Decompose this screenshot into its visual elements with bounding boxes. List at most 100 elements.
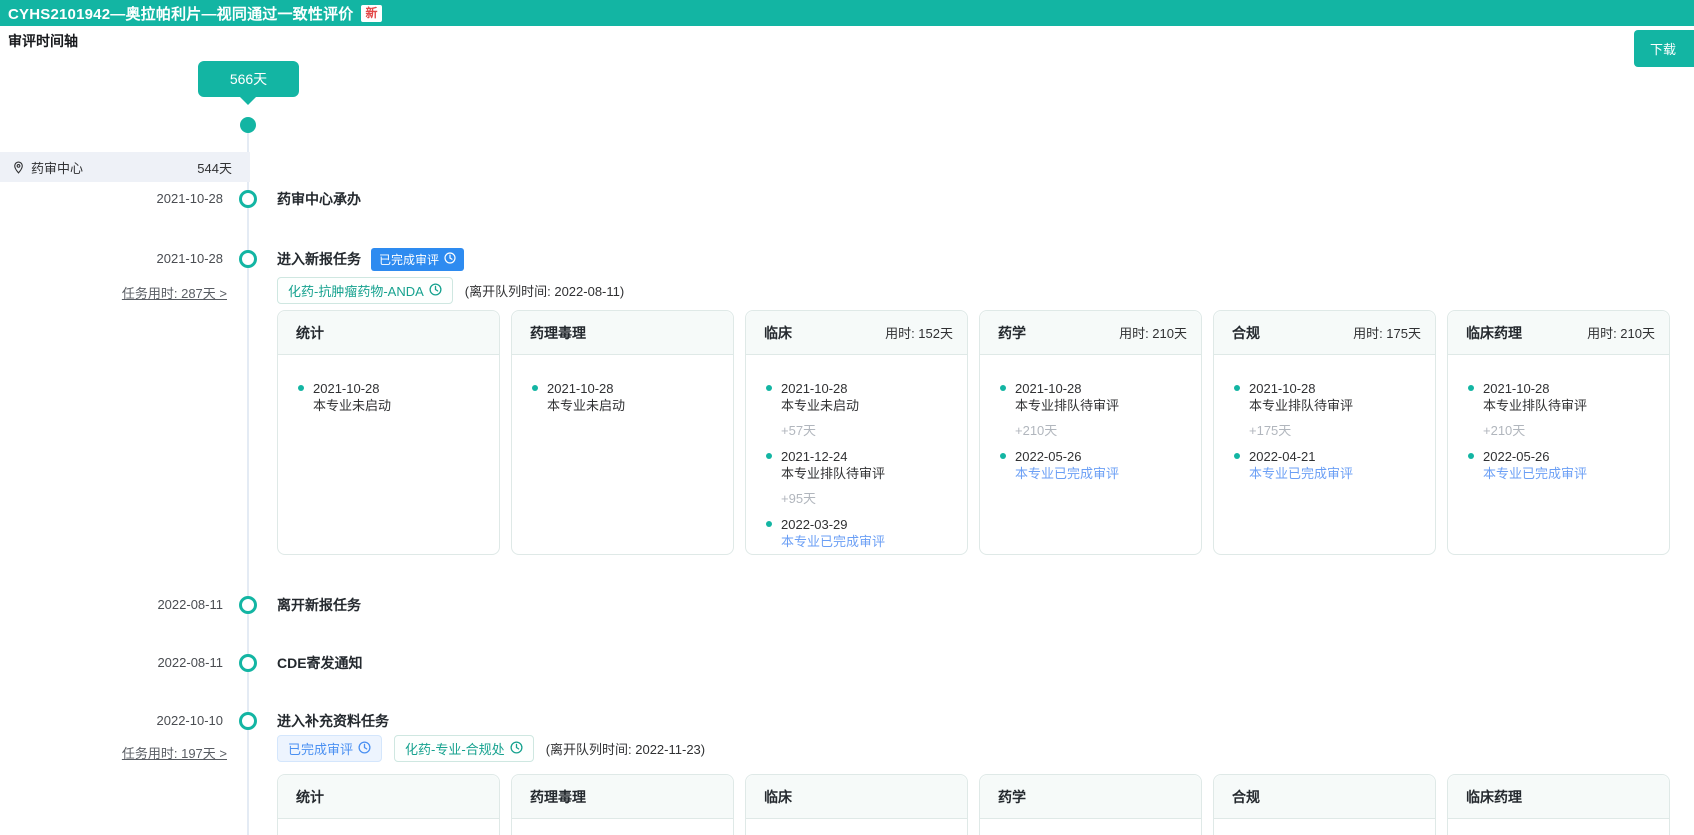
entry-date: 2021-10-28 <box>1483 381 1550 396</box>
entry-date: 2022-04-21 <box>1249 449 1316 464</box>
event-tags-row: 化药-抗肿瘤药物-ANDA (离开队列时间: 2022-08-11) <box>277 277 624 304</box>
badge-label: 已完成审评 <box>379 252 440 267</box>
card-duration: 用时: 210天 <box>1587 326 1655 341</box>
event-date: 2022-08-11 <box>157 597 223 612</box>
queue-leave-time: (离开队列时间: 2022-11-23) <box>545 742 706 757</box>
card-duration: 用时: 175天 <box>1353 326 1421 341</box>
entry-dot-icon <box>532 385 538 391</box>
review-center-row: 药审中心 544天 <box>0 152 250 182</box>
app-window: CYHS2101942—奥拉帕利片—视同通过一致性评价 新 审评时间轴 下载 5… <box>0 0 1694 835</box>
location-pin-icon <box>12 161 25 174</box>
entry-date: 2021-10-28 <box>781 381 848 396</box>
card-title: 合规 <box>1232 324 1260 341</box>
specialty-card-pharmacy: 药学 用时: 210天 2021-10-28 本专业排队待审评 +210天 20… <box>979 310 1202 555</box>
entry-dot-icon <box>1468 385 1474 391</box>
event-date: 2022-10-10 <box>156 713 224 728</box>
entry-gap-days: +95天 <box>781 491 817 506</box>
card-body: 2021-10-28 本专业未启动 <box>512 355 733 434</box>
entry-dot-icon <box>1000 385 1006 391</box>
entry-dot-icon <box>1234 385 1240 391</box>
total-days-tooltip: 566天 <box>198 61 299 105</box>
card-body: 2021-10-28 本专业排队待审评 +175天 2022-04-21 本专业… <box>1214 355 1435 502</box>
card-body: 2021-10-28 本专业排队待审评 +210天 2022-05-26 本专业… <box>980 355 1201 502</box>
card-title: 合规 <box>1232 788 1260 805</box>
card-entry: 2022-04-21 本专业已完成审评 <box>1234 448 1425 482</box>
event-title: CDE寄发通知 <box>277 652 363 674</box>
entry-status: 本专业排队待审评 <box>1483 398 1588 413</box>
card-duration: 用时: 210天 <box>1119 326 1187 341</box>
entry-status: 本专业未启动 <box>781 398 860 413</box>
entry-status: 本专业排队待审评 <box>1015 398 1120 413</box>
card-header: 药理毒理 <box>512 775 733 819</box>
entry-status: 本专业已完成审评 <box>1249 466 1354 481</box>
tooltip-arrow <box>240 97 256 105</box>
entry-dot-icon <box>1234 453 1240 459</box>
event-title: 药审中心承办 <box>277 188 361 210</box>
card-header: 药学 用时: 210天 <box>980 311 1201 355</box>
specialty-card-statistics: 统计 <box>277 774 500 835</box>
download-button[interactable]: 下载 <box>1633 30 1694 67</box>
tag-label: 化药-抗肿瘤药物-ANDA <box>288 284 424 299</box>
event-tags-row: 已完成审评 化药-专业-合规处 (离开队列时间: 2022-11-23) <box>277 735 705 762</box>
specialty-card-compliance: 合规 <box>1213 774 1436 835</box>
card-entry: 2021-10-28 本专业未启动 <box>532 380 723 414</box>
specialty-card-statistics: 统计 2021-10-28 本专业未启动 <box>277 310 500 555</box>
specialty-card-clinical: 临床 用时: 152天 2021-10-28 本专业未启动 +57天 2021-… <box>745 310 968 555</box>
card-entry: 2022-03-29 本专业已完成审评 <box>766 516 957 550</box>
card-title: 药理毒理 <box>530 324 586 341</box>
card-title: 临床 <box>764 788 792 805</box>
card-title: 临床药理 <box>1466 788 1522 805</box>
review-complete-tag[interactable]: 已完成审评 <box>277 735 383 762</box>
event-date: 2021-10-28 <box>156 191 224 206</box>
page-title: 审评时间轴 <box>8 33 78 49</box>
event-date: 2022-08-11 <box>157 655 223 670</box>
card-header: 合规 <box>1214 775 1435 819</box>
entry-date: 2021-10-28 <box>313 381 380 396</box>
card-body <box>512 819 733 835</box>
card-entry: 2021-12-24 本专业排队待审评 <box>766 448 957 482</box>
event-title-text: 进入新报任务 <box>277 251 361 267</box>
card-entry: 2022-05-26 本专业已完成审评 <box>1468 448 1659 482</box>
card-header: 临床药理 <box>1448 775 1669 819</box>
tag-label: 已完成审评 <box>288 742 354 757</box>
category-tag[interactable]: 化药-专业-合规处 <box>394 735 534 762</box>
task-duration-link[interactable]: 任务用时: 287天 > <box>20 283 227 302</box>
card-body <box>1448 819 1669 835</box>
specialty-card-clinpharm: 临床药理 <box>1447 774 1670 835</box>
review-complete-badge[interactable]: 已完成审评 <box>371 247 465 271</box>
timeline-start-dot <box>240 117 256 133</box>
entry-status: 本专业未启动 <box>313 398 392 413</box>
card-body: 2021-10-28 本专业未启动 +57天 2021-12-24 本专业排队待… <box>746 355 967 570</box>
event-date: 2021-10-28 <box>156 251 224 266</box>
entry-date: 2022-05-26 <box>1015 449 1082 464</box>
entry-date: 2021-10-28 <box>547 381 614 396</box>
card-entry: 2021-10-28 本专业未启动 <box>766 380 957 414</box>
card-header: 临床 用时: 152天 <box>746 311 967 355</box>
card-entry: 2021-10-28 本专业未启动 <box>298 380 489 414</box>
tag-label: 化药-专业-合规处 <box>405 742 505 757</box>
app-header: CYHS2101942—奥拉帕利片—视同通过一致性评价 新 <box>0 0 1694 26</box>
event-title: 离开新报任务 <box>277 594 361 616</box>
task-duration-link[interactable]: 任务用时: 197天 > <box>20 743 227 762</box>
entry-status: 本专业未启动 <box>547 398 626 413</box>
entry-gap-days: +210天 <box>1483 423 1526 438</box>
card-entry: 2021-10-28 本专业排队待审评 <box>1000 380 1191 414</box>
event-node-circle <box>239 190 257 208</box>
card-body <box>746 819 967 835</box>
category-tag[interactable]: 化药-抗肿瘤药物-ANDA <box>277 277 453 304</box>
entry-status: 本专业已完成审评 <box>781 534 886 549</box>
event-title-text: CDE寄发通知 <box>277 655 363 671</box>
entry-status: 本专业已完成审评 <box>1015 466 1120 481</box>
card-body: 2021-10-28 本专业排队待审评 +210天 2022-05-26 本专业… <box>1448 355 1669 502</box>
card-title: 药理毒理 <box>530 788 586 805</box>
card-title: 临床药理 <box>1466 324 1522 341</box>
event-title: 进入新报任务 已完成审评 <box>277 247 465 271</box>
card-header: 药理毒理 <box>512 311 733 355</box>
entry-status: 本专业已完成审评 <box>1483 466 1588 481</box>
entry-dot-icon <box>1000 453 1006 459</box>
event-node-circle <box>239 712 257 730</box>
event-title: 进入补充资料任务 <box>277 710 389 732</box>
card-body <box>278 819 499 835</box>
card-body <box>980 819 1201 835</box>
center-days: 544天 <box>197 160 232 176</box>
